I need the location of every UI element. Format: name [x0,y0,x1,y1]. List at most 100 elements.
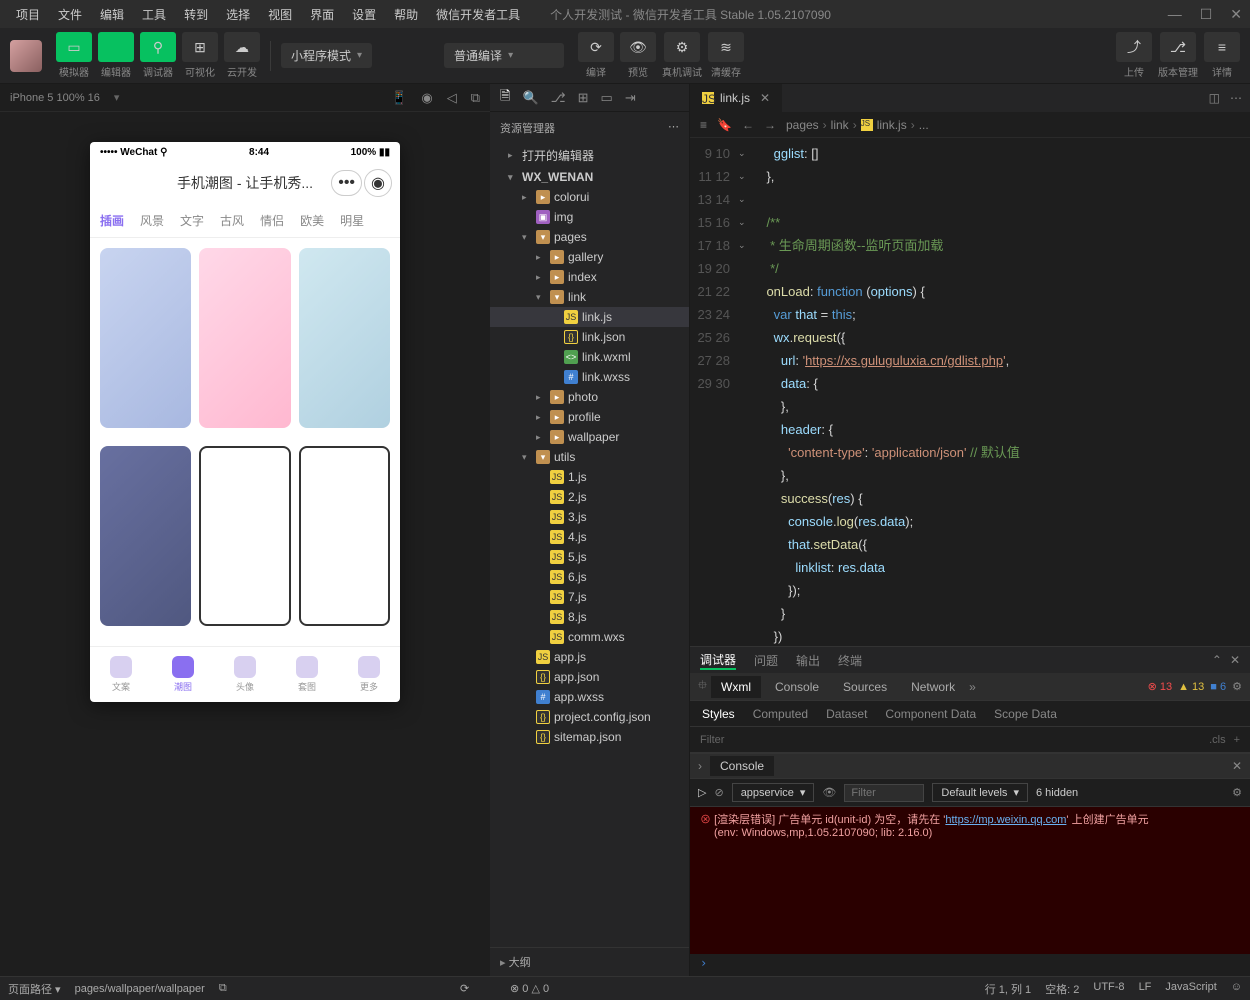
editor-tab[interactable]: JS link.js ✕ [690,84,783,112]
arrow-icon[interactable]: ⇥ [625,90,636,106]
devtab-console[interactable]: Console [765,676,829,698]
cursor-pos[interactable]: 行 1, 列 1 [985,981,1031,997]
menu-ui[interactable]: 界面 [302,2,342,27]
tree-item[interactable]: JS4.js [490,527,689,547]
tree-item[interactable]: JS3.js [490,507,689,527]
right-上传[interactable]: ⤴ [1116,32,1152,62]
search-icon[interactable]: 🔍 [522,90,538,106]
tree-item[interactable]: JScomm.wxs [490,627,689,647]
menu-project[interactable]: 项目 [8,2,48,27]
encoding[interactable]: UTF-8 [1093,981,1124,997]
close-tab-icon[interactable]: ✕ [760,91,770,105]
phone-tab[interactable]: 古风 [220,212,244,229]
filter-input[interactable]: Filter [700,734,724,746]
wallpaper-thumb[interactable] [299,248,390,428]
tree-item[interactable]: JS1.js [490,467,689,487]
mode-dropdown[interactable]: 小程序模式 [281,43,372,68]
inspect-icon[interactable]: ⯐ [698,676,707,697]
tree-item[interactable]: ▾▾link [490,287,689,307]
code-editor[interactable]: 9 10 11 12 13 14 15 16 17 18 19 20 21 22… [690,138,1250,646]
back-icon[interactable]: ← [742,118,754,132]
tree-item[interactable]: JS7.js [490,587,689,607]
tree-item[interactable]: ▸▸colorui [490,187,689,207]
phone-tab[interactable]: 插画 [100,212,124,229]
record-icon[interactable]: ◉ [421,90,432,106]
right-版本管理[interactable]: ⎇ [1160,32,1196,62]
split-icon[interactable]: ◫ [1209,91,1220,105]
phone-tab[interactable]: 欧美 [300,212,324,229]
feedback-icon[interactable]: ☺ [1231,981,1242,997]
tree-item[interactable]: #app.wxss [490,687,689,707]
error-link[interactable]: https://mp.weixin.qq.com [945,814,1066,826]
menu-edit[interactable]: 编辑 [92,2,132,27]
tree-item[interactable]: JS2.js [490,487,689,507]
bottom-nav-item[interactable]: 潮图 [172,656,194,693]
hidden-count[interactable]: 6 hidden [1036,787,1078,799]
tree-item[interactable]: {}app.json [490,667,689,687]
bookmark-icon[interactable]: 🔖 [717,118,732,132]
more-tabs-icon[interactable]: » [969,680,976,694]
wallpaper-thumb[interactable] [199,248,290,428]
bottom-nav-item[interactable]: 头像 [234,656,256,693]
tree-item[interactable]: #link.wxss [490,367,689,387]
menu-settings[interactable]: 设置 [344,2,384,27]
computed-tab[interactable]: Computed [753,707,808,721]
tree-item[interactable]: JS6.js [490,567,689,587]
mute-icon[interactable]: ◁ [447,90,457,106]
levels-select[interactable]: Default levels▾ [932,783,1028,802]
problems-count[interactable]: ⊗ 0 △ 0 [510,982,549,995]
wallpaper-thumb[interactable] [100,248,191,428]
menu-view[interactable]: 视图 [260,2,300,27]
tool-云开发[interactable]: ☁ [224,32,260,62]
devtab-sources[interactable]: Sources [833,676,897,698]
chevron-up-icon[interactable]: ⌃ [1212,653,1222,667]
tool-调试器[interactable]: ⚲ [140,32,176,62]
tree-section[interactable]: ▸打开的编辑器 [490,144,689,167]
user-avatar[interactable] [10,40,42,72]
compile-dropdown[interactable]: 普通编译 [444,43,564,68]
refresh-icon[interactable]: ⟳ [460,982,469,995]
indent[interactable]: 空格: 2 [1045,981,1079,997]
tree-item[interactable]: {}link.json [490,327,689,347]
tree-item[interactable]: JS5.js [490,547,689,567]
tree-item[interactable]: {}project.config.json [490,707,689,727]
play-icon[interactable]: ▷ [698,786,706,799]
wallpaper-thumb[interactable] [100,446,191,626]
page-path[interactable]: pages/wallpaper/wallpaper [75,983,205,995]
phone-simulator[interactable]: ••••• WeChat ⚲ 8:44 100% ▮▮ 手机潮图 - 让手机秀.… [90,142,400,702]
tool-模拟器[interactable]: ▭ [56,32,92,62]
tree-item[interactable]: ▸▸photo [490,387,689,407]
cls-button[interactable]: .cls [1209,734,1226,746]
forward-icon[interactable]: → [764,118,776,132]
right-详情[interactable]: ≡ [1204,32,1240,62]
bottom-nav-item[interactable]: 套图 [296,656,318,693]
tree-item[interactable]: ▾▾pages [490,227,689,247]
tab-terminal[interactable]: 终端 [838,652,862,669]
componentdata-tab[interactable]: Component Data [885,707,976,721]
tree-item[interactable]: ▸▸profile [490,407,689,427]
breadcrumb[interactable]: pages› link› JS link.js› ... [786,118,929,132]
close-icon[interactable]: ✕ [1230,6,1242,23]
capsule-close[interactable]: ◉ [364,169,392,197]
bottom-nav-item[interactable]: 文案 [110,656,132,693]
eye-icon[interactable]: 👁 [822,786,836,799]
action-编译[interactable]: ⟳ [578,32,614,62]
devtab-wxml[interactable]: Wxml [711,676,761,698]
tool-编辑器[interactable] [98,32,134,62]
close-icon[interactable]: ✕ [1230,653,1240,667]
wallpaper-thumb[interactable] [199,446,290,626]
path-label[interactable]: 页面路径 ▾ [8,981,61,997]
dataset-tab[interactable]: Dataset [826,707,867,721]
language[interactable]: JavaScript [1165,981,1216,997]
branch-icon[interactable]: ⎇ [551,90,566,106]
copy-path-icon[interactable]: ⧉ [219,982,227,995]
warn-badge[interactable]: ▲ 13 [1178,681,1204,693]
maximize-icon[interactable]: ☐ [1200,6,1213,23]
tab-problems[interactable]: 问题 [754,652,778,669]
clear-icon[interactable]: ⊘ [714,786,723,799]
tree-section[interactable]: ▾WX_WENAN [490,167,689,187]
eol[interactable]: LF [1139,981,1152,997]
menu-wxdev[interactable]: 微信开发者工具 [428,2,528,27]
action-清缓存[interactable]: ≋ [708,32,744,62]
outline-section[interactable]: ▸ 大纲 [490,947,689,976]
